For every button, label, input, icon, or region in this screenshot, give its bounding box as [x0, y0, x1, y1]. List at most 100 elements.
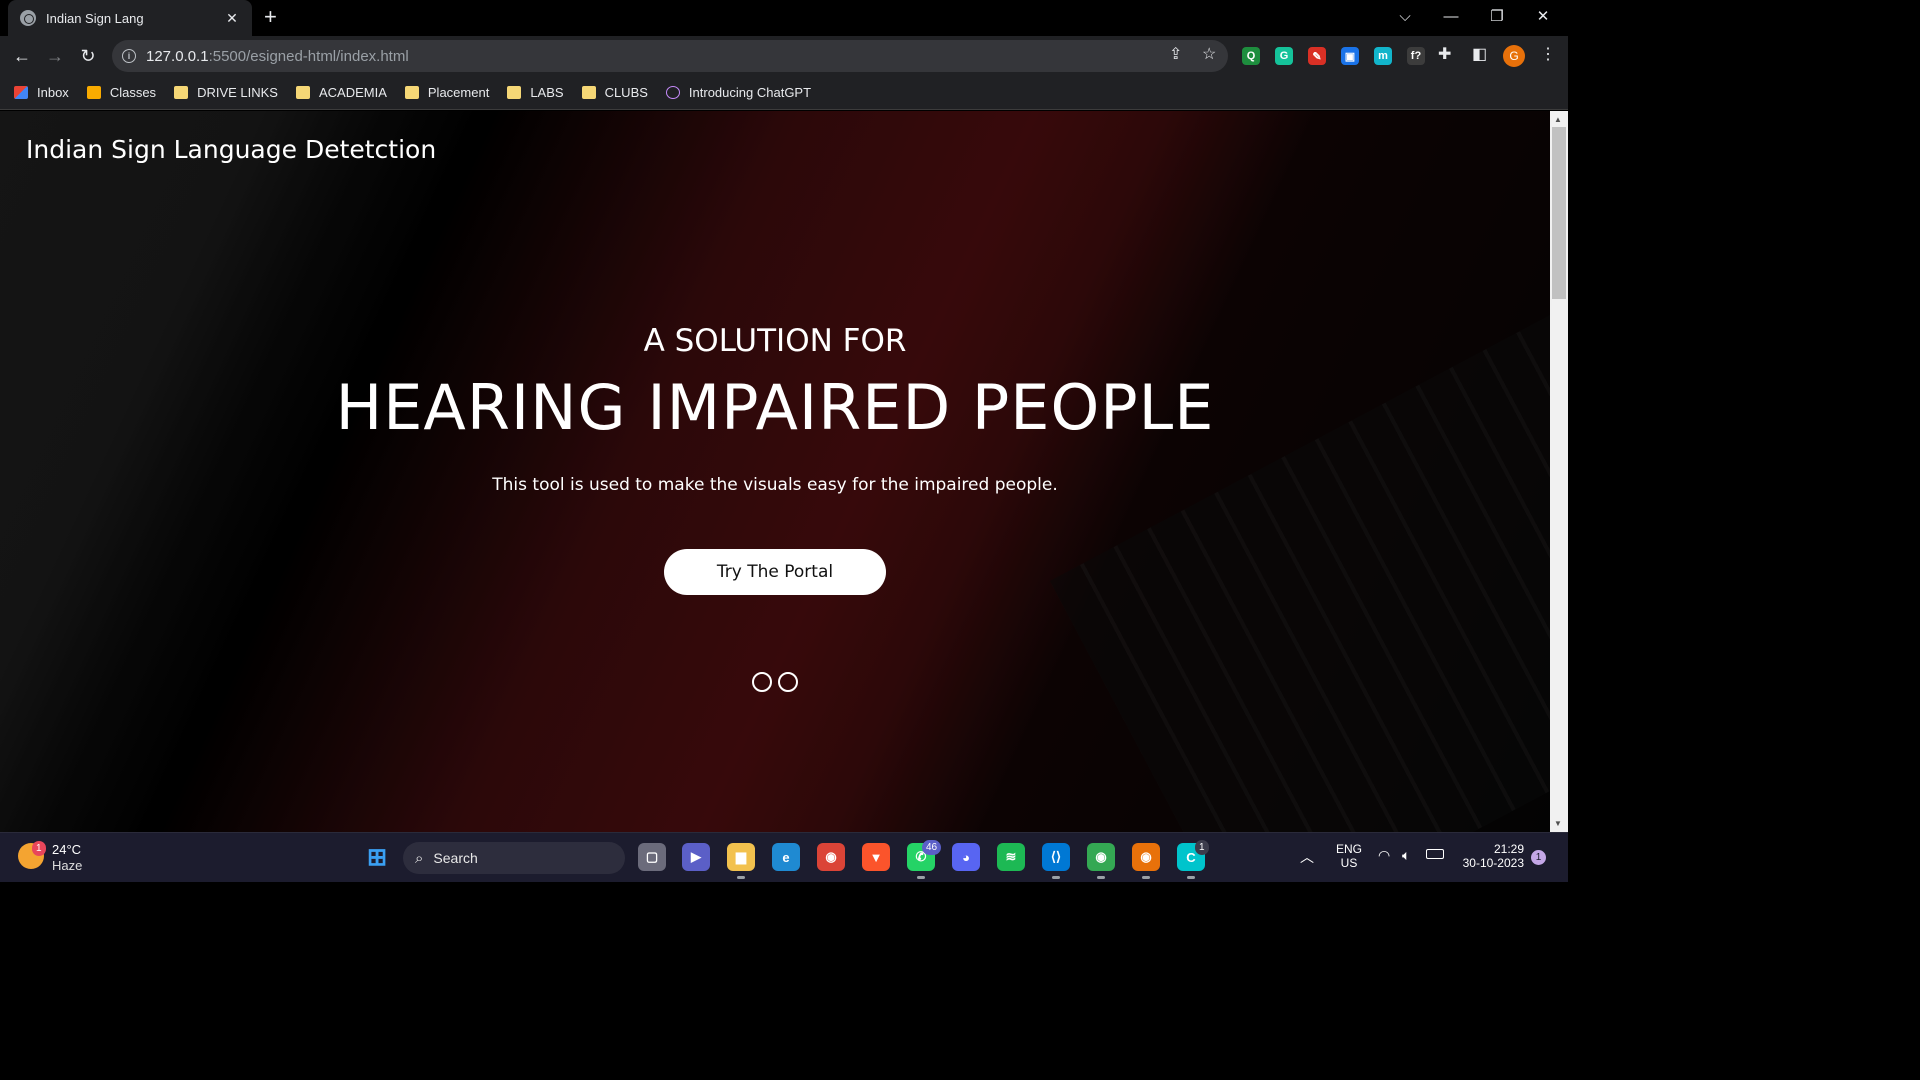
side-panel-icon[interactable]: ◧ — [1472, 44, 1487, 64]
bookmark-item[interactable]: Classes — [86, 85, 157, 100]
gmail-icon — [14, 86, 28, 99]
page-scrollbar[interactable]: ▲ ▼ — [1550, 111, 1568, 832]
running-indicator — [1052, 876, 1060, 879]
vscode-icon[interactable]: ⟨⟩ — [1042, 843, 1070, 871]
bookmark-item[interactable]: Inbox — [14, 85, 69, 100]
back-button[interactable]: ← — [10, 44, 34, 68]
browser-tab-strip: Indian Sign Lang ✕ + ⌵ — ❐ ✕ — [0, 0, 1568, 36]
q-extension-icon[interactable]: Q — [1242, 47, 1260, 65]
hero-description: This tool is used to make the visuals ea… — [492, 475, 1058, 495]
edge-icon[interactable]: e — [772, 843, 800, 871]
bookmark-item[interactable]: CLUBS — [581, 85, 648, 100]
scrollbar-thumb[interactable] — [1552, 127, 1566, 299]
clock-date: 30-10-2023 — [1462, 856, 1524, 870]
bookmark-label: Placement — [427, 85, 490, 100]
spotify-icon[interactable]: ≋ — [997, 843, 1025, 871]
hero-headline: HEARING IMPAIRED PEOPLE — [335, 371, 1215, 444]
running-indicator — [917, 876, 925, 879]
chrome-icon[interactable]: ◉ — [817, 843, 845, 871]
reload-button[interactable]: ↻ — [76, 44, 100, 68]
running-indicator — [1142, 876, 1150, 879]
taskbar-search[interactable]: ⌕ Search — [403, 842, 625, 874]
folder-icon — [174, 86, 189, 99]
windows-start-icon[interactable]: ⊞ — [363, 843, 391, 871]
clock-time: 21:29 — [1493, 842, 1524, 856]
weather-temp[interactable]: 24°C — [52, 842, 81, 857]
slider-dot-1[interactable] — [752, 672, 772, 692]
wifi-icon[interactable]: ◠ — [1378, 847, 1390, 864]
running-indicator — [1097, 876, 1105, 879]
discord-icon[interactable]: ◕ — [952, 843, 980, 871]
screenshot-extension-icon[interactable]: ▣ — [1341, 47, 1359, 65]
hero-subtitle: A SOLUTION FOR — [643, 323, 907, 359]
tab-search-icon[interactable]: ⌵ — [1382, 0, 1428, 32]
bookmark-label: CLUBS — [604, 85, 648, 100]
brave-icon[interactable]: ▼ — [862, 843, 890, 871]
bookmark-item[interactable]: LABS — [507, 85, 564, 100]
restore-button[interactable]: ❐ — [1474, 0, 1520, 32]
bookmark-item[interactable]: Introducing ChatGPT — [665, 85, 812, 100]
notification-badge[interactable]: 1 — [1531, 850, 1546, 865]
canva-badge: 1 — [1195, 840, 1209, 855]
new-tab-button[interactable]: + — [264, 6, 277, 28]
clock[interactable]: 21:29 30-10-2023 — [1456, 842, 1524, 870]
bookmarks-bar: Inbox Classes DRIVE LINKS ACADEMIA Placement… — [0, 76, 1568, 110]
language-indicator[interactable]: ENG US — [1334, 842, 1364, 870]
address-bar[interactable]: i 127.0.0.1:5500/esigned-html/index.html — [112, 40, 1228, 72]
search-label: Search — [433, 850, 478, 866]
chrome-active-icon[interactable]: ◉ — [1132, 843, 1160, 871]
folder-icon — [295, 86, 310, 99]
task-view-icon[interactable]: ▢ — [638, 843, 666, 871]
whatsapp-badge: 46 — [922, 840, 942, 855]
browser-tab[interactable]: Indian Sign Lang ✕ — [8, 0, 252, 36]
show-hidden-icons-icon[interactable]: ︿ — [1300, 847, 1314, 867]
site-info-icon[interactable]: i — [122, 49, 136, 63]
chrome-profile-icon[interactable]: ◉ — [1087, 843, 1115, 871]
profile-avatar[interactable]: G — [1503, 45, 1525, 67]
scroll-down-arrow-icon[interactable]: ▼ — [1554, 819, 1562, 828]
close-tab-icon[interactable]: ✕ — [224, 10, 240, 27]
bookmark-item[interactable]: DRIVE LINKS — [174, 85, 278, 100]
search-icon: ⌕ — [415, 849, 424, 867]
folder-icon — [507, 86, 522, 99]
bookmark-label: LABS — [530, 85, 564, 100]
file-explorer-icon[interactable]: ▆ — [727, 843, 755, 871]
extensions-puzzle-icon[interactable]: ✚ — [1438, 44, 1451, 64]
folder-icon — [404, 86, 419, 99]
pen-extension-icon[interactable]: ✎ — [1308, 47, 1326, 65]
teams-meet-icon[interactable]: ▶ — [682, 843, 710, 871]
running-indicator — [1187, 876, 1195, 879]
running-indicator — [737, 876, 745, 879]
m-extension-icon[interactable]: m — [1374, 47, 1392, 65]
folder-icon — [581, 86, 596, 99]
close-window-button[interactable]: ✕ — [1520, 0, 1566, 32]
bookmark-item[interactable]: ACADEMIA — [295, 85, 387, 100]
formula-extension-icon[interactable]: f? — [1407, 47, 1425, 65]
battery-icon[interactable] — [1426, 849, 1444, 859]
bookmark-label: DRIVE LINKS — [197, 85, 278, 100]
bookmark-star-icon[interactable]: ☆ — [1202, 44, 1216, 64]
bookmark-label: Introducing ChatGPT — [688, 85, 812, 100]
background-overlay — [0, 111, 1550, 832]
try-portal-button[interactable]: Try The Portal — [664, 549, 886, 595]
grammarly-icon[interactable]: G — [1275, 47, 1293, 65]
weather-desc[interactable]: Haze — [52, 858, 82, 873]
windows-taskbar: 1 24°C Haze ⊞ ⌕ Search ▢ ▶ ▆ e ◉ ▼ ✆ ◕ ≋ ⟨⟩ ◉ ◉ C 46 1… — [0, 832, 1568, 882]
slider-dot-2[interactable] — [778, 672, 798, 692]
minimize-button[interactable]: — — [1428, 0, 1474, 32]
browser-toolbar: ← → ↻ i 127.0.0.1:5500/esigned-html/inde… — [0, 36, 1568, 76]
globe-icon — [20, 10, 36, 26]
chrome-menu-icon[interactable]: ⋮ — [1540, 44, 1556, 64]
bookmark-label: Classes — [109, 85, 157, 100]
chatgpt-icon — [665, 86, 680, 99]
page-viewport: Indian Sign Language Detetction A SOLUTI… — [0, 111, 1550, 832]
share-icon[interactable]: ⇪ — [1169, 44, 1182, 64]
language-top: ENG — [1335, 842, 1362, 856]
site-brand[interactable]: Indian Sign Language Detetction — [26, 135, 436, 164]
volume-icon[interactable]: 🔈︎ — [1402, 847, 1410, 864]
bookmark-label: ACADEMIA — [318, 85, 387, 100]
forward-button[interactable]: → — [43, 44, 67, 68]
language-bottom: US — [1340, 856, 1358, 870]
scroll-up-arrow-icon[interactable]: ▲ — [1554, 115, 1562, 124]
bookmark-item[interactable]: Placement — [404, 85, 490, 100]
